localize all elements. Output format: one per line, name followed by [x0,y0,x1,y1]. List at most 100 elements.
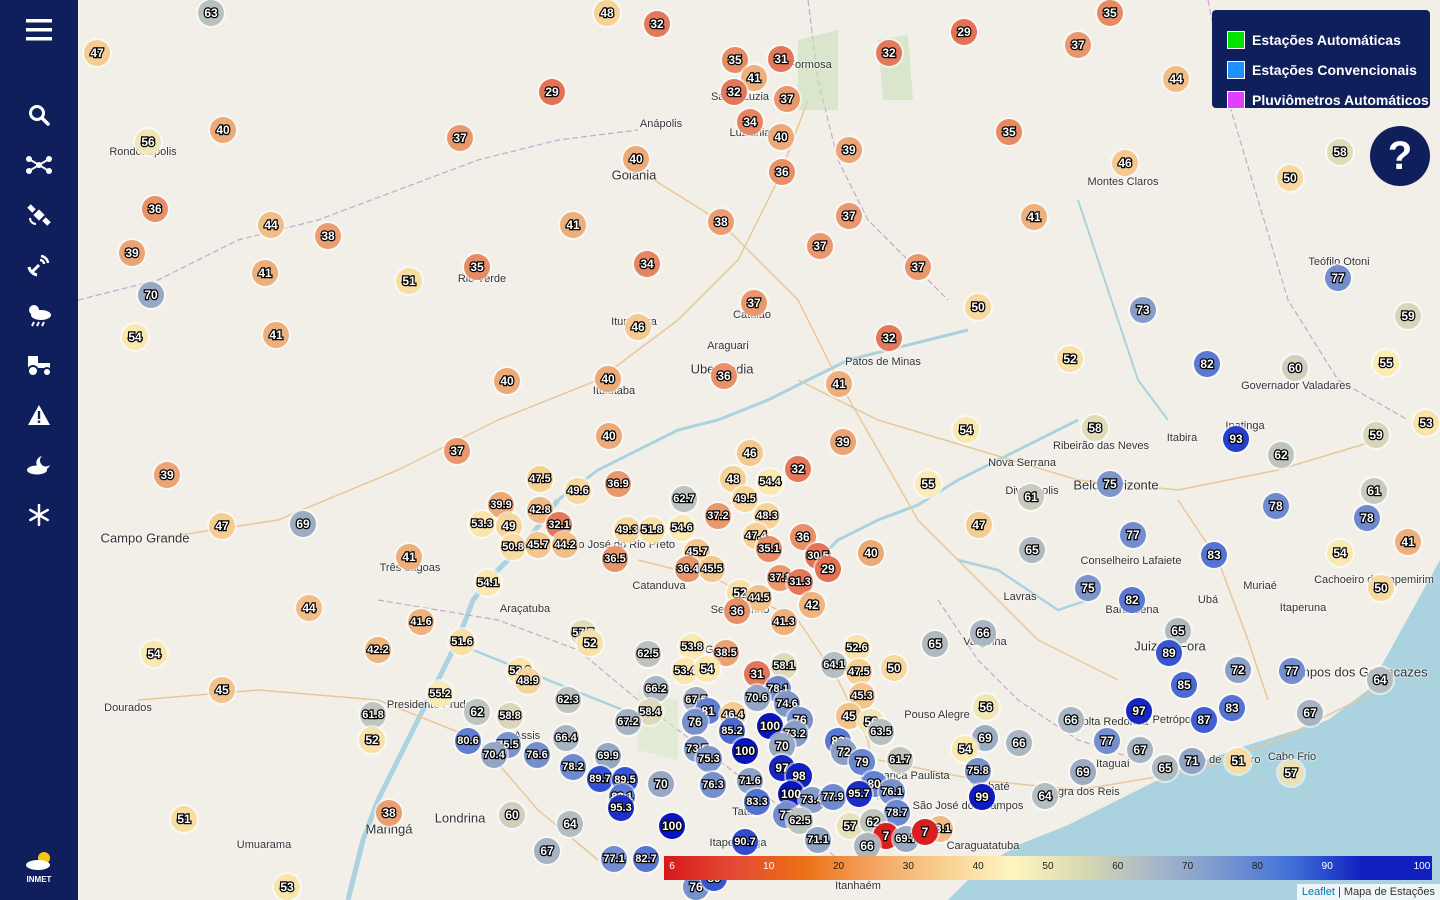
snowflake-icon[interactable] [14,497,64,533]
station-marker[interactable]: 55 [915,471,941,497]
station-marker[interactable]: 41.6 [408,609,434,635]
station-marker[interactable]: 54 [953,417,979,443]
station-marker[interactable]: 67 [1127,737,1153,763]
station-marker[interactable]: 41 [826,371,852,397]
station-marker[interactable]: 77 [1120,522,1146,548]
station-marker[interactable]: 34 [737,109,763,135]
station-marker[interactable]: 44 [296,595,322,621]
station-marker[interactable]: 45 [209,677,235,703]
station-marker[interactable]: 48 [594,0,620,26]
station-marker[interactable]: 32 [785,456,811,482]
station-marker[interactable]: 64 [1367,667,1393,693]
station-marker[interactable]: 41.3 [771,609,797,635]
station-marker[interactable]: 97 [1126,698,1152,724]
station-marker[interactable]: 66 [970,620,996,646]
station-marker[interactable]: 60 [499,802,525,828]
station-marker[interactable]: 39 [836,137,862,163]
station-marker[interactable]: 29 [951,19,977,45]
station-marker[interactable]: 71.1 [805,827,831,853]
station-marker[interactable]: 44 [1163,66,1189,92]
station-marker[interactable]: 44 [258,212,284,238]
station-marker[interactable]: 38 [708,209,734,235]
station-marker[interactable]: 62.7 [671,486,697,512]
station-marker[interactable]: 46 [737,440,763,466]
station-marker[interactable]: 61.8 [360,702,386,728]
station-marker[interactable]: 75 [1075,575,1101,601]
station-marker[interactable]: 66.4 [553,725,579,751]
map-view[interactable]: RondonópolisAnápolisGoiâniaRio VerdeForm… [78,0,1440,900]
station-network-icon[interactable] [14,147,64,183]
station-marker[interactable]: 70.4 [481,742,507,768]
station-marker[interactable]: 52.6 [844,635,870,661]
station-marker[interactable]: 69 [290,511,316,537]
help-button[interactable]: ? [1370,126,1430,186]
station-marker[interactable]: 71 [1179,748,1205,774]
station-marker[interactable]: 29 [815,556,841,582]
station-marker[interactable]: 78.7 [884,800,910,826]
station-marker[interactable]: 29 [539,79,565,105]
station-marker[interactable]: 63 [198,0,224,26]
station-marker[interactable]: 36 [724,598,750,624]
legend-item-conventional[interactable]: Estações Convencionais [1227,60,1417,80]
station-marker[interactable]: 50 [1368,575,1394,601]
night-cloud-icon[interactable] [14,447,64,483]
station-marker[interactable]: 49.3 [614,517,640,543]
station-marker[interactable]: 70 [648,771,674,797]
station-marker[interactable]: 47 [209,513,235,539]
station-marker[interactable]: 85 [1171,672,1197,698]
station-marker[interactable]: 66.2 [643,676,669,702]
station-marker[interactable]: 39 [119,240,145,266]
station-marker[interactable]: 39 [830,429,856,455]
station-marker[interactable]: 31 [768,46,794,72]
station-marker[interactable]: 7 [912,819,938,845]
station-marker[interactable]: 54.1 [475,570,501,596]
station-marker[interactable]: 62 [464,699,490,725]
station-marker[interactable]: 77.1 [601,846,627,872]
station-marker[interactable]: 64.1 [821,652,847,678]
station-marker[interactable]: 50 [965,294,991,320]
station-marker[interactable]: 52 [359,727,385,753]
station-marker[interactable]: 44.5 [746,585,772,611]
station-marker[interactable]: 32 [876,40,902,66]
station-marker[interactable]: 83 [1219,695,1245,721]
station-marker[interactable]: 37 [447,125,473,151]
station-marker[interactable]: 50.8 [500,534,526,560]
station-marker[interactable]: 37 [774,86,800,112]
station-marker[interactable]: 50 [1277,165,1303,191]
station-marker[interactable]: 76 [682,709,708,735]
station-marker[interactable]: 50 [881,655,907,681]
station-marker[interactable]: 69 [1070,759,1096,785]
hamburger-menu-icon[interactable] [14,12,64,48]
station-marker[interactable]: 53 [274,874,300,900]
station-marker[interactable]: 90.7 [732,829,758,855]
station-marker[interactable]: 67 [534,838,560,864]
station-marker[interactable]: 75.8 [965,758,991,784]
station-marker[interactable]: 46 [1112,150,1138,176]
station-marker[interactable]: 58 [1082,415,1108,441]
station-marker[interactable]: 65 [1152,755,1178,781]
station-marker[interactable]: 48.9 [515,668,541,694]
station-marker[interactable]: 37 [836,203,862,229]
station-marker[interactable]: 59 [1363,422,1389,448]
station-marker[interactable]: 41 [252,260,278,286]
warning-icon[interactable] [14,397,64,433]
station-marker[interactable]: 54.6 [669,515,695,541]
station-marker[interactable]: 62.5 [635,641,661,667]
station-marker[interactable]: 87 [1191,707,1217,733]
legend-item-rain-gauges[interactable]: Pluviômetros Automáticos [1227,90,1429,110]
station-marker[interactable]: 41 [560,212,586,238]
station-marker[interactable]: 36 [142,196,168,222]
station-marker[interactable]: 36.5 [602,546,628,572]
station-marker[interactable]: 40 [595,366,621,392]
station-marker[interactable]: 40 [768,124,794,150]
station-marker[interactable]: 36.9 [605,471,631,497]
station-marker[interactable]: 49.6 [565,478,591,504]
station-marker[interactable]: 32 [721,79,747,105]
station-marker[interactable]: 49.5 [732,486,758,512]
station-marker[interactable]: 63.5 [868,719,894,745]
station-marker[interactable]: 93 [1223,426,1249,452]
station-marker[interactable]: 67 [1297,700,1323,726]
station-marker[interactable]: 56 [135,129,161,155]
station-marker[interactable]: 58 [1327,139,1353,165]
station-marker[interactable]: 53 [1413,410,1439,436]
